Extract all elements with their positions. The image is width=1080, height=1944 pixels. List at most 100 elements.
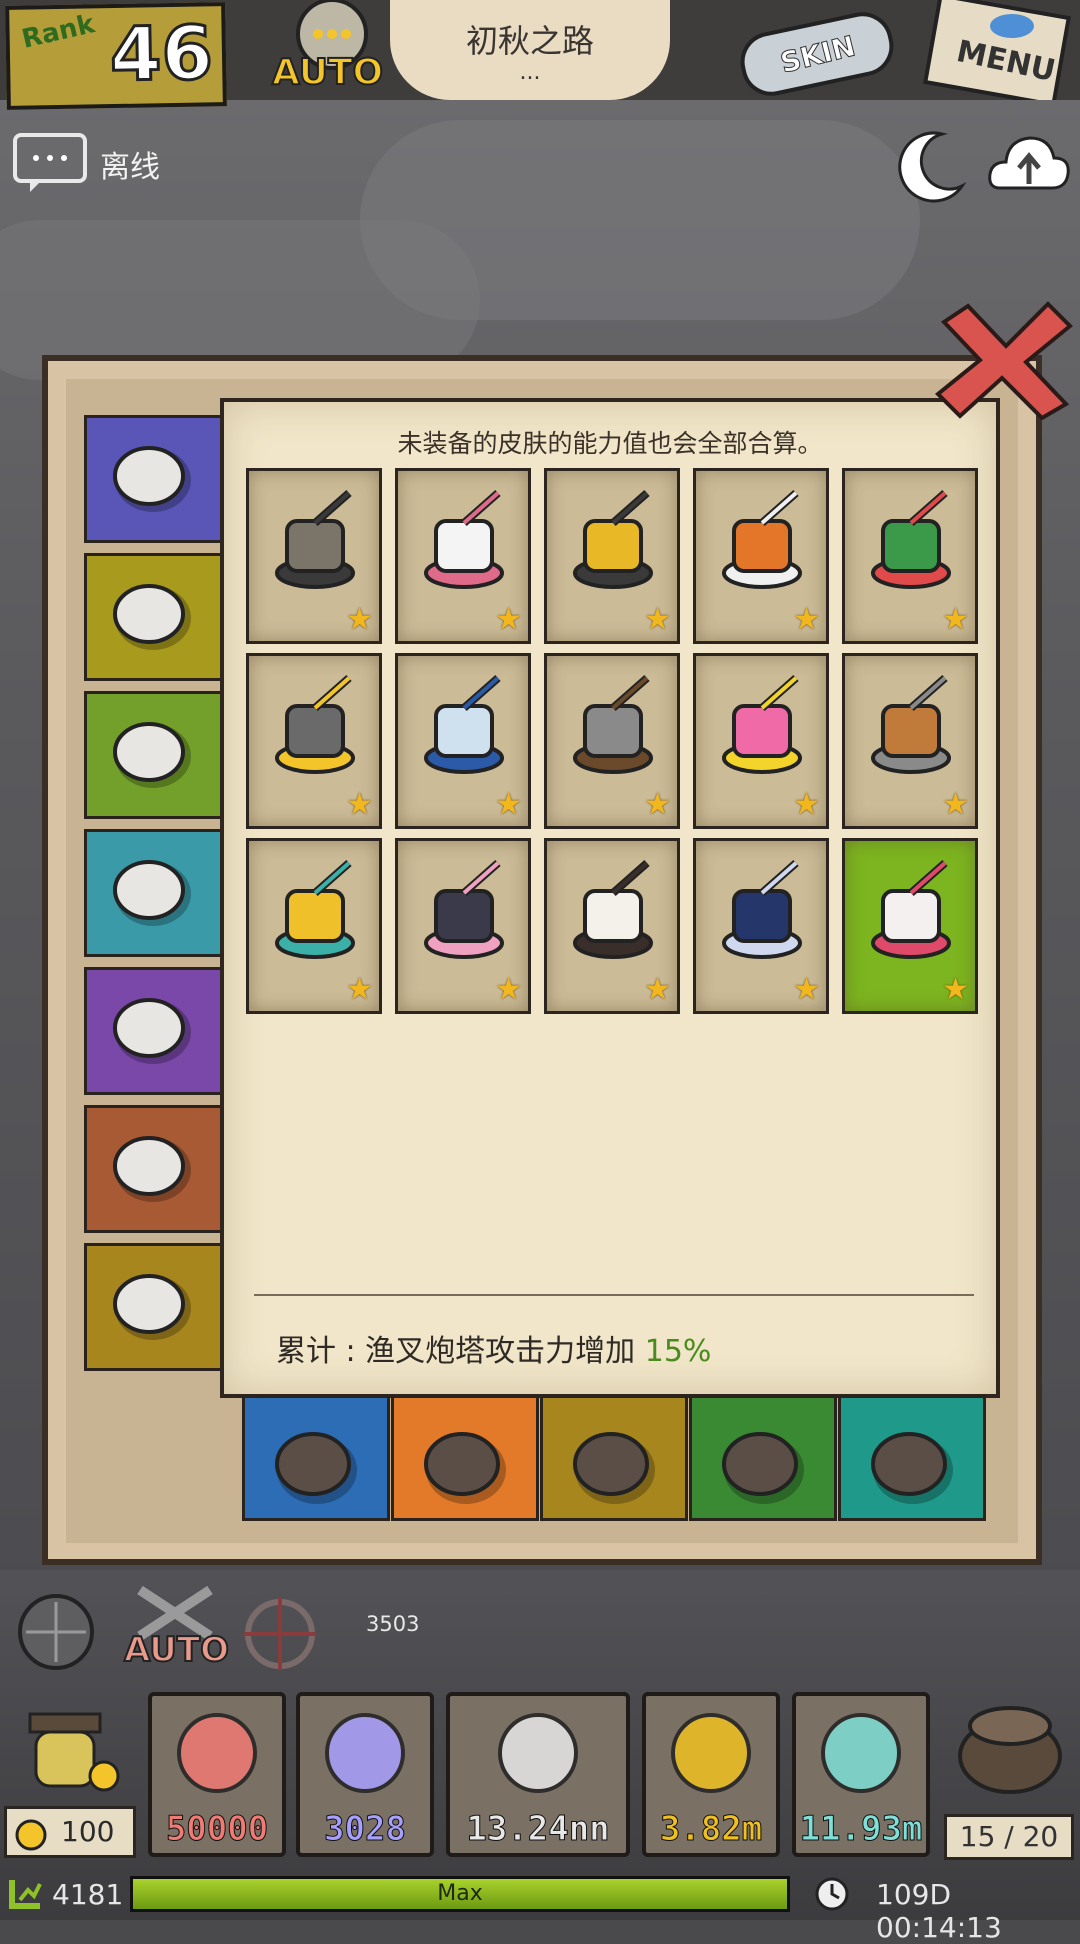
total-bonus: 累计 : 渔叉炮塔攻击力增加 15% <box>276 1326 711 1370</box>
moon-icon[interactable] <box>892 128 968 204</box>
diamond-icon <box>821 1713 901 1793</box>
skin-slot[interactable]: ★ <box>693 653 829 829</box>
total-bonus-value: 15% <box>644 1334 712 1369</box>
close-button[interactable] <box>930 300 1075 421</box>
compass-button[interactable] <box>14 1588 98 1672</box>
crossbow-turret-skin-icon <box>275 675 355 774</box>
resource-box[interactable]: 3028 <box>296 1692 434 1857</box>
resource-value: 3.82m <box>659 1809 763 1850</box>
side-tab[interactable] <box>84 967 224 1095</box>
bottom-tab[interactable] <box>391 1395 539 1521</box>
resource-value: 50000 <box>165 1809 269 1850</box>
divider <box>254 1294 974 1296</box>
star-rating: ★ <box>793 787 820 822</box>
skin-slot[interactable]: ★ <box>395 468 531 644</box>
target-button[interactable] <box>236 1594 324 1674</box>
cake-cannon-skin-icon <box>573 860 653 959</box>
skin-slot[interactable]: ★ <box>246 838 382 1014</box>
bomb-icon <box>573 1432 655 1504</box>
skin-button[interactable]: SKIN <box>720 0 920 100</box>
bottom-tab[interactable] <box>242 1395 390 1521</box>
rainbow-tower-skin-icon <box>275 860 355 959</box>
blossom-arch-skin-icon <box>424 860 504 959</box>
skin-slot[interactable]: ★ <box>395 838 531 1014</box>
cloud-upload-icon[interactable] <box>986 128 1072 198</box>
harpoon-icon <box>424 1432 506 1504</box>
bottom-tab[interactable] <box>689 1395 837 1521</box>
amber-icon <box>671 1713 751 1793</box>
star-rating: ★ <box>793 972 820 1007</box>
bow-harpoon-skin-icon <box>871 860 951 959</box>
revolver-harpoon-skin-icon <box>573 675 653 774</box>
star-rating: ★ <box>495 602 522 637</box>
star-rating: ★ <box>644 787 671 822</box>
level-value: 4181 <box>52 1878 124 1911</box>
auto-attack-label: AUTO <box>123 1629 230 1671</box>
auto-label: AUTO <box>271 51 384 94</box>
crystal-icon <box>871 1432 953 1504</box>
skull-shield-icon <box>325 1713 405 1793</box>
skin-slot[interactable]: ★ <box>395 653 531 829</box>
stage-subtitle: ... <box>519 60 541 85</box>
skin-slot[interactable]: ★ <box>842 468 978 644</box>
skin-slot[interactable]: ★ <box>842 838 978 1014</box>
star-rating: ★ <box>346 602 373 637</box>
lantern-icon <box>28 1712 120 1792</box>
resource-box[interactable]: 11.93m <box>792 1692 930 1857</box>
play-time: 109D 00:14:13 <box>876 1878 1002 1944</box>
skin-slot[interactable]: ★ <box>246 468 382 644</box>
skin-slot[interactable]: ★ <box>842 653 978 829</box>
hat-icon <box>113 584 191 650</box>
trident-jar-skin-icon <box>424 675 504 774</box>
side-tab[interactable] <box>84 691 224 819</box>
star-rating: ★ <box>495 787 522 822</box>
auto-button[interactable]: AUTO <box>262 0 402 100</box>
clock-icon <box>815 1877 849 1911</box>
skin-slot[interactable]: ★ <box>544 838 680 1014</box>
skin-slot[interactable]: ★ <box>544 653 680 829</box>
stage-banner: 初秋之路 ... <box>390 0 670 100</box>
chat-icon[interactable] <box>12 132 88 194</box>
star-rating: ★ <box>942 972 969 1007</box>
xp-bar: Max <box>130 1876 790 1912</box>
cat-icon <box>275 1432 357 1504</box>
bottom-tab[interactable] <box>540 1395 688 1521</box>
side-tab[interactable] <box>84 415 224 543</box>
binoculars-icon <box>722 1432 804 1504</box>
boost-button[interactable] <box>10 1700 120 1800</box>
skin-note: 未装备的皮肤的能力值也会全部合算。 <box>397 429 823 458</box>
ship-icon <box>113 998 191 1064</box>
shell-icon <box>498 1713 578 1793</box>
cannon-turret-skin-icon <box>275 490 355 589</box>
resource-box[interactable]: 3.82m <box>642 1692 780 1857</box>
distance-label: 3503 <box>366 1612 420 1636</box>
star-rating: ★ <box>793 602 820 637</box>
skin-slot[interactable]: ★ <box>246 653 382 829</box>
bag-button[interactable] <box>950 1692 1070 1802</box>
wreath-turret-skin-icon <box>871 490 951 589</box>
menu-button[interactable]: MENU <box>920 0 1080 107</box>
bottom-tab[interactable] <box>838 1395 986 1521</box>
stage-title: 初秋之路 <box>465 22 594 60</box>
side-tab[interactable] <box>84 1243 224 1371</box>
star-rating: ★ <box>346 787 373 822</box>
close-icon <box>935 301 1073 421</box>
resource-box[interactable]: 13.24nn <box>446 1692 630 1857</box>
rank-badge[interactable]: Rank 46 <box>5 2 227 110</box>
skin-slot[interactable]: ★ <box>693 468 829 644</box>
pearl-icon <box>177 1713 257 1793</box>
side-tab[interactable] <box>84 829 224 957</box>
skin-slot[interactable]: ★ <box>693 838 829 1014</box>
star-rating: ★ <box>644 972 671 1007</box>
side-tab[interactable] <box>84 1105 224 1233</box>
resource-box[interactable]: 50000 <box>148 1692 286 1857</box>
auto-attack-button[interactable]: AUTO <box>120 1580 230 1676</box>
resource-value: 13.24nn <box>466 1809 610 1850</box>
rabbit-launcher-skin-icon <box>424 490 504 589</box>
side-tab[interactable] <box>84 553 224 681</box>
level-icon <box>9 1880 42 1909</box>
hair-icon <box>113 722 191 788</box>
bread-basket-skin-icon <box>871 675 951 774</box>
rank-value: 46 <box>108 9 215 100</box>
skin-slot[interactable]: ★ <box>544 468 680 644</box>
